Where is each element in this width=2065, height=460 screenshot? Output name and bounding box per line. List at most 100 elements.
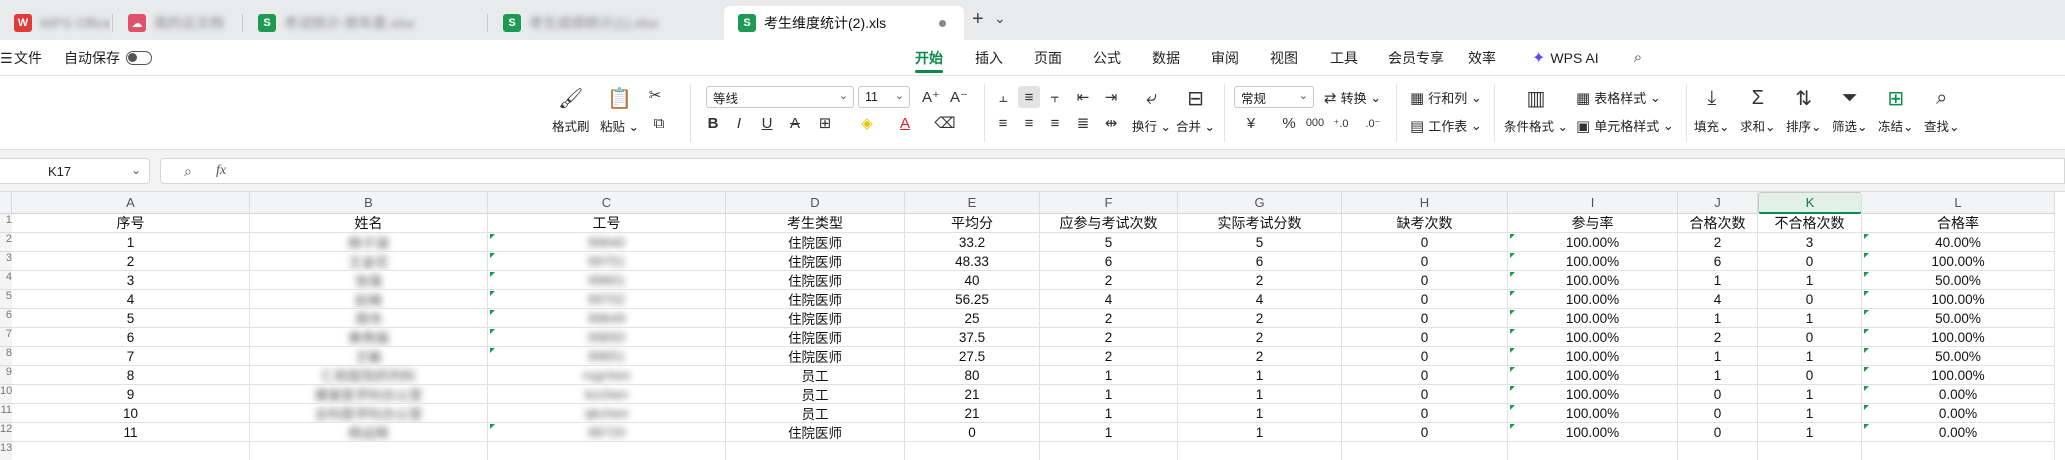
table-cell[interactable]: 1	[1040, 423, 1178, 442]
table-cell[interactable]: 2	[1678, 233, 1758, 252]
format-painter-button[interactable]: 🖌 格式刷	[552, 84, 590, 135]
table-cell[interactable]: 2	[1178, 309, 1342, 328]
table-cell[interactable]: 仁和医院药剂科	[250, 366, 488, 385]
table-cell[interactable]: 0	[1342, 252, 1508, 271]
sort-button[interactable]: ⇅ 排序⌄	[1786, 84, 1822, 135]
header-cell[interactable]: 考生类型	[726, 214, 905, 233]
table-cell[interactable]: 1	[1178, 385, 1342, 404]
table-cell[interactable]: 0	[1758, 328, 1862, 347]
increase-font-icon[interactable]: A⁺	[920, 86, 942, 108]
table-cell[interactable]: 100.00%	[1508, 366, 1678, 385]
column-header-g[interactable]: G	[1178, 192, 1342, 214]
menu-hamburger-icon[interactable]: ☰	[0, 40, 13, 76]
tab-file-4[interactable]: S 考生成绩统计(1).xlsx	[489, 6, 719, 40]
table-cell[interactable]: 杨运辉	[250, 423, 488, 442]
table-cell[interactable]: 98720	[488, 423, 726, 442]
table-cell[interactable]: 0	[1758, 366, 1862, 385]
table-cell[interactable]: 4	[1040, 290, 1178, 309]
table-cell[interactable]: 100.00%	[1508, 328, 1678, 347]
table-cell[interactable]: 99751	[488, 252, 726, 271]
row-header[interactable]: 3	[0, 252, 12, 271]
header-cell[interactable]: 合格次数	[1678, 214, 1758, 233]
table-cell[interactable]: 100.00%	[1508, 290, 1678, 309]
table-cell[interactable]: 99640	[488, 233, 726, 252]
table-cell[interactable]: qkchen	[488, 404, 726, 423]
table-cell[interactable]: 1	[1758, 404, 1862, 423]
increase-indent-icon[interactable]: ⇥	[1100, 86, 1122, 108]
table-cell[interactable]: 0	[1342, 366, 1508, 385]
table-cell[interactable]: 4	[12, 290, 250, 309]
column-header-e[interactable]: E	[905, 192, 1040, 214]
table-cell[interactable]: 0	[1678, 404, 1758, 423]
table-cell[interactable]: 6	[1040, 252, 1178, 271]
table-cell[interactable]: 2	[1040, 271, 1178, 290]
borders-icon[interactable]: ⊞	[814, 112, 836, 134]
table-cell[interactable]: 100.00%	[1508, 347, 1678, 366]
menu-formula[interactable]: 公式	[1093, 40, 1121, 76]
row-header[interactable]: 7	[0, 328, 12, 347]
table-cell[interactable]: 0	[1342, 423, 1508, 442]
table-cell[interactable]: 0	[1342, 271, 1508, 290]
table-cell[interactable]: 2	[1178, 347, 1342, 366]
tab-wps-office[interactable]: W WPS Office	[0, 6, 110, 40]
table-cell[interactable]: 1	[1678, 366, 1758, 385]
justify-icon[interactable]: ≣	[1072, 112, 1094, 134]
table-cell[interactable]: 4	[1678, 290, 1758, 309]
row-header[interactable]: 1	[0, 214, 12, 233]
worksheet-button[interactable]: ▤ 工作表 ⌄	[1410, 116, 1482, 135]
table-cell[interactable]: 2	[1040, 309, 1178, 328]
table-cell[interactable]: 40.00%	[1862, 233, 2055, 252]
conditional-format-button[interactable]: ▥ 条件格式 ⌄	[1504, 84, 1568, 135]
paste-button[interactable]: 📋 粘贴 ⌄	[600, 84, 639, 135]
table-cell[interactable]: 0	[905, 423, 1040, 442]
table-cell[interactable]: 0.00%	[1862, 423, 2055, 442]
table-cell[interactable]: 50.00%	[1862, 347, 2055, 366]
empty-cell[interactable]	[726, 442, 905, 460]
strikethrough-icon[interactable]: A	[784, 112, 806, 134]
table-cell[interactable]: 1	[1758, 271, 1862, 290]
percent-icon[interactable]: %	[1278, 112, 1300, 134]
table-cell[interactable]: 员工	[726, 366, 905, 385]
menu-review[interactable]: 审阅	[1211, 40, 1239, 76]
table-cell[interactable]: 韩子涵	[250, 233, 488, 252]
select-all-corner[interactable]	[0, 192, 12, 214]
cut-icon[interactable]: ✂	[644, 84, 666, 106]
row-header[interactable]: 13	[0, 442, 12, 460]
table-cell[interactable]: 21	[905, 385, 1040, 404]
table-cell[interactable]: 27.5	[905, 347, 1040, 366]
table-cell[interactable]: 员工	[726, 385, 905, 404]
tab-active-file[interactable]: S 考生维度统计(2).xls	[724, 6, 964, 40]
empty-cell[interactable]	[1342, 442, 1508, 460]
table-cell[interactable]: 3	[12, 271, 250, 290]
table-cell[interactable]: 0	[1678, 385, 1758, 404]
row-header[interactable]: 4	[0, 271, 12, 290]
menu-data[interactable]: 数据	[1152, 40, 1180, 76]
font-size-select[interactable]: 11 ⌄	[858, 86, 910, 108]
table-cell[interactable]: 0	[1342, 404, 1508, 423]
column-header-l[interactable]: L	[1862, 192, 2055, 214]
table-cell[interactable]: 1	[1178, 404, 1342, 423]
table-cell[interactable]: 2	[1178, 271, 1342, 290]
row-header[interactable]: 10	[0, 385, 12, 404]
header-cell[interactable]: 平均分	[905, 214, 1040, 233]
table-cell[interactable]: 康复医学科办公室	[250, 385, 488, 404]
column-header-c[interactable]: C	[488, 192, 726, 214]
empty-cell[interactable]	[905, 442, 1040, 460]
table-cell[interactable]: 0.00%	[1862, 385, 2055, 404]
merge-cells-button[interactable]: ⊟ 合并 ⌄	[1176, 84, 1215, 135]
table-cell[interactable]: 33.2	[905, 233, 1040, 252]
table-cell[interactable]: 张强	[250, 271, 488, 290]
table-cell[interactable]: 0	[1678, 423, 1758, 442]
table-cell[interactable]: 100.00%	[1508, 423, 1678, 442]
header-cell[interactable]: 参与率	[1508, 214, 1678, 233]
table-cell[interactable]: 11	[12, 423, 250, 442]
column-header-d[interactable]: D	[726, 192, 905, 214]
column-header-f[interactable]: F	[1040, 192, 1178, 214]
table-cell[interactable]: 0	[1342, 347, 1508, 366]
zoom-icon[interactable]: ⌕	[184, 163, 192, 180]
table-cell[interactable]: 1	[1758, 309, 1862, 328]
font-color-icon[interactable]: A	[894, 112, 916, 134]
decrease-font-icon[interactable]: A⁻	[948, 86, 970, 108]
table-cell[interactable]: 6	[12, 328, 250, 347]
distribute-icon[interactable]: ⇹	[1100, 112, 1122, 134]
